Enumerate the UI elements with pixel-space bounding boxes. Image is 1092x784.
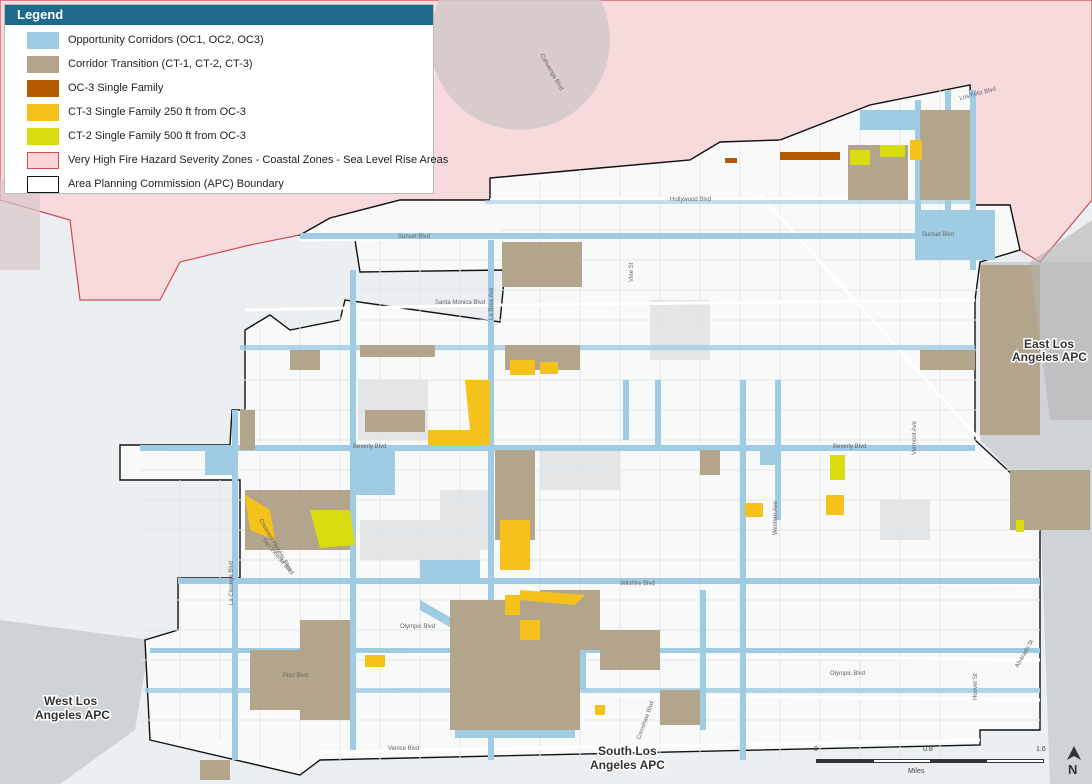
label-sunset-blvd-east: Sunset Blvd xyxy=(922,232,954,238)
label-olympic-blvd-west: Olympic Blvd xyxy=(400,624,435,630)
legend-item: CT-2 Single Family 500 ft from OC-3 xyxy=(27,124,433,148)
label-la-brea-ave: La Brea Ave xyxy=(489,287,495,320)
label-santa-monica-blvd: Santa Monica Blvd xyxy=(435,300,485,306)
legend-swatch xyxy=(27,127,59,145)
north-label: N xyxy=(1068,762,1077,777)
legend-items: Opportunity Corridors (OC1, OC2, OC3) Cor… xyxy=(5,25,448,196)
legend-item: CT-3 Single Family 250 ft from OC-3 xyxy=(27,100,433,124)
label-beverly-blvd-east: Beverly Blvd xyxy=(833,444,866,450)
label-beverly-blvd-west: Beverly Blvd xyxy=(353,444,386,450)
label-olympic-blvd-east: Olympic Blvd xyxy=(830,671,865,677)
label-la-cienega: La Cienega Blvd xyxy=(229,561,235,605)
legend-label: Area Planning Commission (APC) Boundary xyxy=(68,178,284,190)
scale-tick-mid: 0.8 xyxy=(923,746,933,753)
label-vermont-ave: Vermont Ave xyxy=(912,420,918,455)
legend-swatch xyxy=(27,175,59,193)
legend-label: CT-3 Single Family 250 ft from OC-3 xyxy=(68,106,246,118)
label-venice-blvd: Venice Blvd xyxy=(388,746,419,752)
legend-title: Legend xyxy=(5,5,433,25)
legend-panel: Legend Opportunity Corridors (OC1, OC2, … xyxy=(4,4,448,196)
legend-item: Area Planning Commission (APC) Boundary xyxy=(27,172,433,196)
label-pico-blvd: Pico Blvd xyxy=(283,673,308,679)
legend-swatch xyxy=(27,151,59,169)
legend-label: Corridor Transition (CT-1, CT-2, CT-3) xyxy=(68,58,253,70)
south-la-apc-label-line1: South Los xyxy=(598,744,657,758)
legend-swatch xyxy=(27,55,59,73)
east-la-apc-label-line2: Angeles APC xyxy=(1012,350,1087,364)
legend-item: OC-3 Single Family xyxy=(27,76,433,100)
label-hoover-st: Hoover St xyxy=(973,673,979,700)
scale-bar: 0 0.8 1.6 Miles xyxy=(812,746,1048,780)
scale-tick-0: 0 xyxy=(814,746,818,753)
legend-item: Very High Fire Hazard Severity Zones - C… xyxy=(27,148,448,172)
scale-unit: Miles xyxy=(908,768,925,775)
legend-item: Opportunity Corridors (OC1, OC2, OC3) xyxy=(27,28,433,52)
label-wilshire-blvd: Wilshire Blvd xyxy=(620,581,655,587)
legend-item: Corridor Transition (CT-1, CT-2, CT-3) xyxy=(27,52,433,76)
label-sunset-blvd: Sunset Blvd xyxy=(398,234,430,240)
legend-label: Very High Fire Hazard Severity Zones - C… xyxy=(68,154,449,166)
legend-swatch xyxy=(27,31,59,49)
scale-tick-end: 1.6 xyxy=(1036,746,1046,753)
north-arrow-icon: N xyxy=(1067,746,1081,777)
label-hollywood-blvd: Hollywood Blvd xyxy=(670,197,711,203)
south-la-apc-label-line2: Angeles APC xyxy=(590,758,665,772)
legend-label: OC-3 Single Family xyxy=(68,82,164,94)
west-la-apc-label-line2: Angeles APC xyxy=(35,708,110,722)
label-vine-st: Vine St xyxy=(629,262,635,282)
west-la-apc-label-line1: West Los xyxy=(44,694,97,708)
legend-swatch xyxy=(27,79,59,97)
label-western-ave: Western Ave xyxy=(773,501,779,535)
legend-label: CT-2 Single Family 500 ft from OC-3 xyxy=(68,130,246,142)
legend-swatch xyxy=(27,103,59,121)
east-la-apc-label-line1: East Los xyxy=(1024,337,1074,351)
scale-bar-graphic xyxy=(816,759,1044,763)
legend-label: Opportunity Corridors (OC1, OC2, OC3) xyxy=(68,34,264,46)
